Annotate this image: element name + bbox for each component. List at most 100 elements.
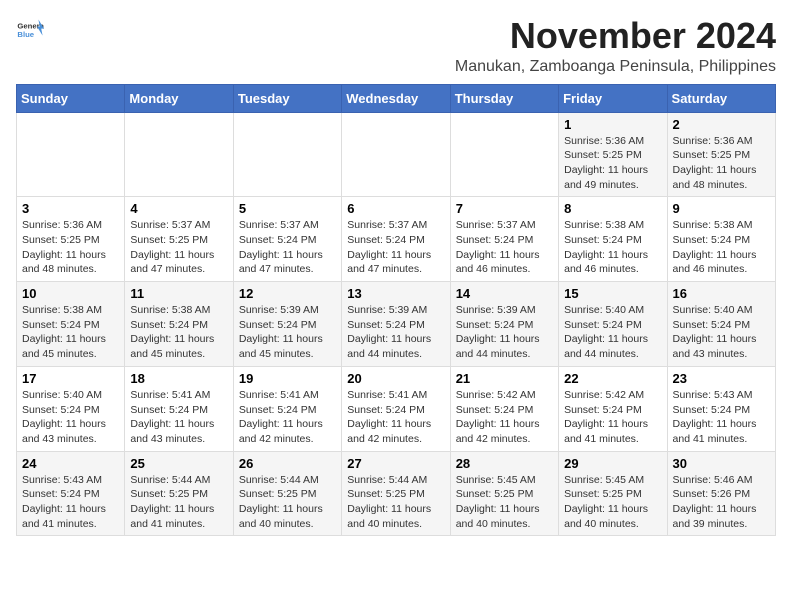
logo-icon: General Blue (16, 16, 44, 44)
day-info: Sunrise: 5:38 AM Sunset: 5:24 PM Dayligh… (673, 218, 770, 277)
day-info: Sunrise: 5:37 AM Sunset: 5:25 PM Dayligh… (130, 218, 227, 277)
day-cell: 5Sunrise: 5:37 AM Sunset: 5:24 PM Daylig… (233, 197, 341, 282)
day-info: Sunrise: 5:39 AM Sunset: 5:24 PM Dayligh… (239, 303, 336, 362)
day-cell (450, 112, 558, 197)
day-info: Sunrise: 5:44 AM Sunset: 5:25 PM Dayligh… (130, 473, 227, 532)
day-info: Sunrise: 5:36 AM Sunset: 5:25 PM Dayligh… (564, 134, 661, 193)
calendar: SundayMondayTuesdayWednesdayThursdayFrid… (16, 84, 776, 537)
day-cell: 8 Sunrise: 5:38 AM Sunset: 5:24 PM Daylig… (559, 197, 667, 282)
day-cell: 30 Sunrise: 5:46 AM Sunset: 5:26 PM Dayli… (667, 451, 775, 536)
day-cell: 11Sunrise: 5:38 AM Sunset: 5:24 PM Dayli… (125, 282, 233, 367)
day-cell (233, 112, 341, 197)
day-cell: 12 Sunrise: 5:39 AM Sunset: 5:24 PM Dayli… (233, 282, 341, 367)
day-number: 19 (239, 371, 336, 386)
day-cell: 17 Sunrise: 5:40 AM Sunset: 5:24 PM Dayli… (17, 366, 125, 451)
day-info: Sunrise: 5:36 AM Sunset: 5:25 PM Dayligh… (673, 134, 770, 193)
day-info: Sunrise: 5:40 AM Sunset: 5:24 PM Dayligh… (673, 303, 770, 362)
day-number: 12 (239, 286, 336, 301)
day-number: 30 (673, 456, 770, 471)
day-number: 28 (456, 456, 553, 471)
day-number: 27 (347, 456, 444, 471)
day-number: 1 (564, 117, 661, 132)
week-row-3: 10 Sunrise: 5:38 AM Sunset: 5:24 PM Dayli… (17, 282, 776, 367)
day-info: Sunrise: 5:37 AM Sunset: 5:24 PM Dayligh… (456, 218, 553, 277)
month-title: November 2024 (455, 16, 776, 56)
day-number: 26 (239, 456, 336, 471)
day-cell: 16 Sunrise: 5:40 AM Sunset: 5:24 PM Dayli… (667, 282, 775, 367)
weekday-header-saturday: Saturday (667, 84, 775, 112)
day-cell: 2 Sunrise: 5:36 AM Sunset: 5:25 PM Daylig… (667, 112, 775, 197)
day-info: Sunrise: 5:43 AM Sunset: 5:24 PM Dayligh… (673, 388, 770, 447)
day-info: Sunrise: 5:40 AM Sunset: 5:24 PM Dayligh… (22, 388, 119, 447)
day-number: 2 (673, 117, 770, 132)
day-number: 21 (456, 371, 553, 386)
weekday-header-tuesday: Tuesday (233, 84, 341, 112)
day-cell: 15Sunrise: 5:40 AM Sunset: 5:24 PM Dayli… (559, 282, 667, 367)
day-cell: 4 Sunrise: 5:37 AM Sunset: 5:25 PM Daylig… (125, 197, 233, 282)
day-info: Sunrise: 5:41 AM Sunset: 5:24 PM Dayligh… (130, 388, 227, 447)
day-cell: 22 Sunrise: 5:42 AM Sunset: 5:24 PM Dayli… (559, 366, 667, 451)
day-number: 20 (347, 371, 444, 386)
day-cell: 27 Sunrise: 5:44 AM Sunset: 5:25 PM Dayli… (342, 451, 450, 536)
day-cell: 14 Sunrise: 5:39 AM Sunset: 5:24 PM Dayli… (450, 282, 558, 367)
day-number: 6 (347, 201, 444, 216)
day-cell: 25Sunrise: 5:44 AM Sunset: 5:25 PM Dayli… (125, 451, 233, 536)
day-number: 9 (673, 201, 770, 216)
location-title: Manukan, Zamboanga Peninsula, Philippine… (455, 58, 776, 76)
day-number: 14 (456, 286, 553, 301)
day-cell: 1 Sunrise: 5:36 AM Sunset: 5:25 PM Daylig… (559, 112, 667, 197)
day-info: Sunrise: 5:38 AM Sunset: 5:24 PM Dayligh… (564, 218, 661, 277)
day-number: 4 (130, 201, 227, 216)
day-info: Sunrise: 5:37 AM Sunset: 5:24 PM Dayligh… (347, 218, 444, 277)
day-cell (342, 112, 450, 197)
day-cell: 6 Sunrise: 5:37 AM Sunset: 5:24 PM Daylig… (342, 197, 450, 282)
day-cell: 3 Sunrise: 5:36 AM Sunset: 5:25 PM Daylig… (17, 197, 125, 282)
day-info: Sunrise: 5:38 AM Sunset: 5:24 PM Dayligh… (22, 303, 119, 362)
day-info: Sunrise: 5:37 AM Sunset: 5:24 PM Dayligh… (239, 218, 336, 277)
day-number: 18 (130, 371, 227, 386)
day-info: Sunrise: 5:45 AM Sunset: 5:25 PM Dayligh… (456, 473, 553, 532)
week-row-1: 1 Sunrise: 5:36 AM Sunset: 5:25 PM Daylig… (17, 112, 776, 197)
day-cell: 20Sunrise: 5:41 AM Sunset: 5:24 PM Dayli… (342, 366, 450, 451)
weekday-header-thursday: Thursday (450, 84, 558, 112)
day-info: Sunrise: 5:45 AM Sunset: 5:25 PM Dayligh… (564, 473, 661, 532)
day-info: Sunrise: 5:44 AM Sunset: 5:25 PM Dayligh… (347, 473, 444, 532)
day-info: Sunrise: 5:40 AM Sunset: 5:24 PM Dayligh… (564, 303, 661, 362)
day-cell: 7 Sunrise: 5:37 AM Sunset: 5:24 PM Daylig… (450, 197, 558, 282)
day-number: 3 (22, 201, 119, 216)
logo: General Blue (16, 16, 44, 44)
day-cell: 23 Sunrise: 5:43 AM Sunset: 5:24 PM Dayli… (667, 366, 775, 451)
day-info: Sunrise: 5:41 AM Sunset: 5:24 PM Dayligh… (239, 388, 336, 447)
day-cell: 24 Sunrise: 5:43 AM Sunset: 5:24 PM Dayli… (17, 451, 125, 536)
weekday-header-sunday: Sunday (17, 84, 125, 112)
title-area: November 2024 Manukan, Zamboanga Peninsu… (455, 16, 776, 76)
day-info: Sunrise: 5:39 AM Sunset: 5:24 PM Dayligh… (456, 303, 553, 362)
day-number: 16 (673, 286, 770, 301)
day-cell: 9 Sunrise: 5:38 AM Sunset: 5:24 PM Daylig… (667, 197, 775, 282)
day-number: 17 (22, 371, 119, 386)
day-number: 8 (564, 201, 661, 216)
day-cell: 28 Sunrise: 5:45 AM Sunset: 5:25 PM Dayli… (450, 451, 558, 536)
day-number: 22 (564, 371, 661, 386)
day-number: 24 (22, 456, 119, 471)
day-number: 13 (347, 286, 444, 301)
day-number: 23 (673, 371, 770, 386)
day-number: 7 (456, 201, 553, 216)
day-number: 10 (22, 286, 119, 301)
week-row-5: 24 Sunrise: 5:43 AM Sunset: 5:24 PM Dayli… (17, 451, 776, 536)
day-info: Sunrise: 5:46 AM Sunset: 5:26 PM Dayligh… (673, 473, 770, 532)
day-cell (17, 112, 125, 197)
day-info: Sunrise: 5:42 AM Sunset: 5:24 PM Dayligh… (564, 388, 661, 447)
weekday-header-monday: Monday (125, 84, 233, 112)
day-info: Sunrise: 5:44 AM Sunset: 5:25 PM Dayligh… (239, 473, 336, 532)
weekday-header-friday: Friday (559, 84, 667, 112)
week-row-4: 17 Sunrise: 5:40 AM Sunset: 5:24 PM Dayli… (17, 366, 776, 451)
day-info: Sunrise: 5:43 AM Sunset: 5:24 PM Dayligh… (22, 473, 119, 532)
day-cell: 26 Sunrise: 5:44 AM Sunset: 5:25 PM Dayli… (233, 451, 341, 536)
day-info: Sunrise: 5:36 AM Sunset: 5:25 PM Dayligh… (22, 218, 119, 277)
day-number: 29 (564, 456, 661, 471)
day-cell: 21Sunrise: 5:42 AM Sunset: 5:24 PM Dayli… (450, 366, 558, 451)
day-cell: 18 Sunrise: 5:41 AM Sunset: 5:24 PM Dayli… (125, 366, 233, 451)
day-cell: 19 Sunrise: 5:41 AM Sunset: 5:24 PM Dayli… (233, 366, 341, 451)
day-cell: 10 Sunrise: 5:38 AM Sunset: 5:24 PM Dayli… (17, 282, 125, 367)
